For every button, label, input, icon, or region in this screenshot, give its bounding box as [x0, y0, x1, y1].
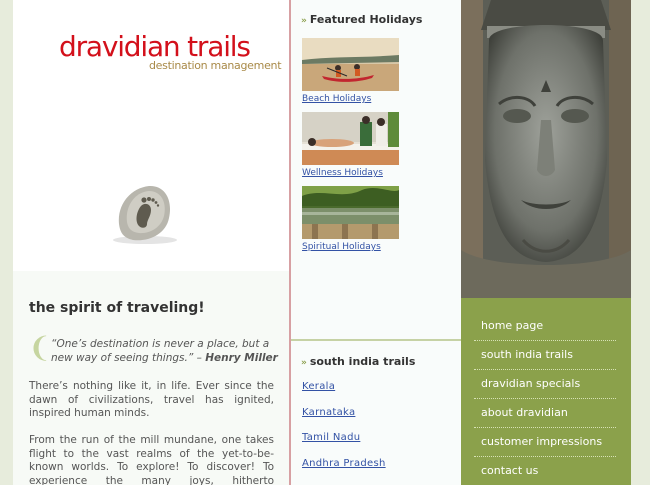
beach-thumbnail[interactable]: [302, 38, 399, 91]
trail-link-kerala[interactable]: Kerala: [302, 381, 335, 392]
nav-south-india-trails[interactable]: south india trails: [474, 341, 616, 370]
right-column: home page south india trails dravidian s…: [461, 0, 631, 485]
trail-link-andhra-pradesh[interactable]: Andhra Pradesh: [302, 458, 386, 469]
wellness-thumbnail[interactable]: [302, 112, 399, 165]
trails-title-text: south india trails: [309, 355, 416, 368]
beach-image: [302, 38, 399, 91]
trail-link-tamil-nadu[interactable]: Tamil Nadu: [302, 432, 360, 443]
page-margin: [631, 0, 650, 485]
intro-heading: the spirit of traveling!: [29, 300, 205, 316]
arrow-icon: »: [301, 358, 307, 368]
quote-icon: ❨: [28, 331, 52, 364]
intro-panel: the spirit of traveling! ❨ “One’s destin…: [13, 271, 289, 485]
nav-about-dravidian[interactable]: about dravidian: [474, 399, 616, 428]
intro-paragraph-1: There’s nothing like it, in life. Ever s…: [29, 380, 274, 419]
brand-tagline: destination management: [149, 59, 282, 72]
nav-contact-us[interactable]: contact us: [474, 457, 616, 485]
trail-link-karnataka[interactable]: Karnataka: [302, 407, 355, 418]
middle-column: » Featured Holidays Beach Holidays Welln…: [291, 0, 461, 485]
quote-author: Henry Miller: [205, 352, 278, 364]
nav-label: dravidian specials: [481, 377, 581, 390]
footprint-stone-image: [113, 185, 177, 244]
section-divider: [291, 339, 461, 341]
deity-statue-image: [461, 0, 631, 298]
beach-holidays-link[interactable]: Beach Holidays: [302, 94, 371, 104]
intro-paragraph-2: From the run of the mill mundane, one ta…: [29, 434, 274, 485]
nav-customer-impressions[interactable]: customer impressions: [474, 428, 616, 457]
nav-label: south india trails: [481, 348, 573, 361]
trails-title: » south india trails: [301, 355, 415, 368]
nav-home-page[interactable]: home page: [474, 312, 616, 341]
wellness-holidays-link[interactable]: Wellness Holidays: [302, 168, 383, 178]
nav-label: about dravidian: [481, 406, 568, 419]
nav-dravidian-specials[interactable]: dravidian specials: [474, 370, 616, 399]
nav-label: customer impressions: [481, 435, 603, 448]
left-column: dravidian trails destination management …: [13, 0, 289, 485]
featured-title: » Featured Holidays: [301, 13, 422, 26]
spiritual-holidays-link[interactable]: Spiritual Holidays: [302, 242, 381, 252]
quote-text: “One’s destination is never a place, but…: [51, 337, 279, 365]
wellness-image: [302, 112, 399, 165]
spiritual-thumbnail[interactable]: [302, 186, 399, 239]
arrow-icon: »: [301, 16, 307, 26]
nav-label: home page: [481, 319, 544, 332]
featured-title-text: Featured Holidays: [309, 13, 423, 26]
spiritual-image: [302, 186, 399, 239]
nav-label: contact us: [481, 464, 539, 477]
statue-image: [461, 0, 631, 298]
